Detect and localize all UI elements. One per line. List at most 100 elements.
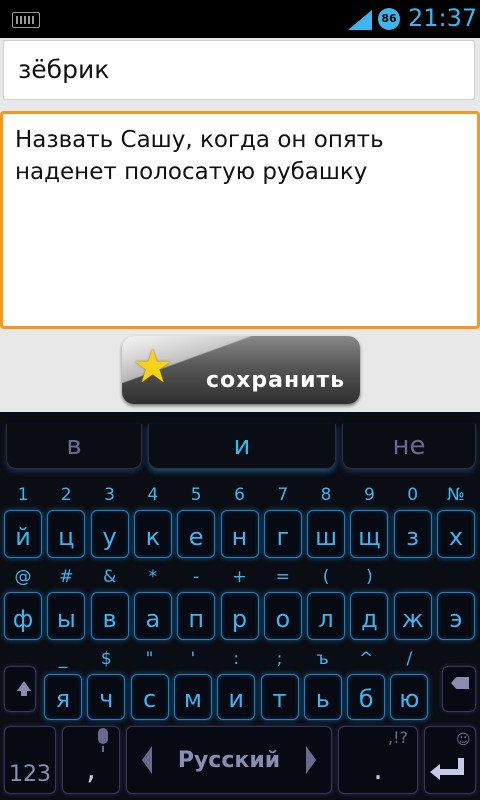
key-row_b-0[interactable]: _ я [44, 649, 82, 720]
key-label: й [15, 523, 31, 551]
key-secondary-label: 8 [320, 485, 332, 505]
key-label: к [145, 523, 161, 551]
key-label: ш [315, 523, 338, 551]
shift-key[interactable] [4, 666, 36, 712]
suggestion-2[interactable]: и [148, 424, 336, 469]
key-label: е [188, 523, 204, 551]
key-row_numbers-6[interactable]: 7г [263, 485, 302, 558]
key-row_numbers-7[interactable]: 8ш [307, 485, 346, 558]
key-secondary-label: : [233, 649, 240, 669]
key-label: ь [315, 685, 330, 713]
comma-key-label: , [86, 752, 96, 787]
comma-key[interactable]: , [62, 726, 120, 794]
chevron-right-icon [306, 746, 316, 774]
key-secondary-label: / [406, 649, 413, 669]
key-row_numbers-1[interactable]: 2ц [47, 485, 86, 558]
key-label: о [275, 605, 291, 633]
backspace-key[interactable] [442, 666, 476, 712]
key-row_b-8[interactable]: / ю [390, 649, 429, 720]
key-row_a-5[interactable]: + р [220, 567, 259, 640]
key-row_a-6[interactable]: = о [263, 567, 302, 640]
key-row_numbers-9[interactable]: 0з [393, 485, 432, 558]
key-row_b-7[interactable]: ^ б [347, 649, 386, 720]
key-row_numbers-0[interactable]: 1й [4, 485, 42, 558]
key-label: г [276, 523, 290, 551]
key-label: щ [358, 523, 381, 551]
key-row_a-7[interactable]: (л [307, 567, 346, 640]
key-secondary-label: 0 [407, 485, 419, 505]
backspace-icon [451, 677, 469, 689]
note-textarea[interactable]: Назвать Сашу, когда он опять наденет пол… [0, 111, 480, 329]
key-secondary-label: 6 [234, 485, 245, 505]
key-row_numbers-3[interactable]: 4к [133, 485, 172, 558]
smiley-icon: ☺ [456, 732, 471, 748]
key-label: э [449, 605, 463, 633]
status-bar: 86 21:37 [0, 0, 480, 38]
key-label: ж [401, 605, 424, 633]
key-label: ю [399, 685, 420, 713]
key-label: п [188, 605, 205, 633]
key-row_b-1[interactable]: $ ч [87, 649, 126, 720]
key-row_b-3[interactable]: ' м [173, 649, 212, 720]
key-secondary-label: ъ [316, 649, 329, 669]
key-secondary-label: $ [100, 649, 112, 669]
key-row_a-9[interactable]: ж [393, 592, 432, 640]
key-secondary-label: _ [58, 649, 68, 669]
numbers-key[interactable]: 123 [4, 726, 56, 794]
save-button[interactable]: ★ сохранить [122, 336, 360, 404]
key-secondary-label: - [193, 567, 200, 587]
key-row_numbers-8[interactable]: 9щ [350, 485, 389, 558]
key-secondary-label: 3 [104, 485, 115, 505]
key-secondary-label: 1 [17, 485, 29, 505]
key-secondary-label: # [59, 567, 74, 587]
shift-icon [17, 681, 31, 696]
key-row_b-4[interactable]: :и [217, 649, 256, 720]
name-input[interactable]: зёбрик [3, 40, 475, 100]
signal-strength-icon [348, 10, 372, 30]
key-row_numbers-5[interactable]: 6н [220, 485, 259, 558]
suggestion-1[interactable]: в [6, 424, 142, 469]
key-row_numbers-10[interactable]: № х [437, 485, 475, 558]
key-secondary-label: ( [322, 567, 330, 587]
clock: 21:37 [408, 4, 478, 32]
key-label: а [145, 605, 161, 633]
numbers-key-label: 123 [9, 762, 51, 787]
key-row_b-5[interactable]: ; т [260, 649, 299, 720]
key-row_a-4[interactable]: -п [177, 567, 216, 640]
key-label: х [448, 523, 464, 551]
key-secondary-label: ' [190, 649, 196, 669]
key-row_a-1[interactable]: # ы [47, 567, 86, 640]
key-row_a-0[interactable]: @ ф [4, 567, 42, 640]
key-secondary-label: ^ [358, 649, 374, 669]
period-key-label: . [373, 752, 383, 787]
space-key[interactable]: Русский [126, 726, 332, 794]
key-secondary-label: № [447, 485, 465, 505]
key-label: в [102, 605, 117, 633]
key-row_a-8[interactable]: ) д [350, 567, 389, 640]
key-secondary-label: 4 [147, 485, 159, 505]
key-label: ф [12, 605, 34, 633]
key-secondary-label: ; [276, 649, 283, 669]
key-row_numbers-4[interactable]: 5е [177, 485, 216, 558]
key-secondary-label: ) [366, 567, 373, 587]
chevron-left-icon [142, 746, 152, 774]
key-row_b-2[interactable]: " с [130, 649, 169, 720]
key-secondary-label: 9 [363, 485, 375, 505]
key-secondary-label: * [148, 567, 158, 587]
suggestion-3[interactable]: не [342, 424, 476, 469]
key-label: т [272, 685, 287, 713]
key-row_b-6[interactable]: ъь [303, 649, 342, 720]
key-secondary-label: @ [14, 567, 32, 587]
key-label: ч [99, 685, 114, 713]
key-secondary-label: " [145, 649, 154, 669]
key-label: л [318, 605, 334, 633]
key-row_numbers-2[interactable]: 3у [90, 485, 129, 558]
key-label: ц [58, 523, 75, 551]
key-secondary-label: & [102, 567, 117, 587]
punctuation-hint: ,!? [388, 728, 408, 747]
key-row_a-3[interactable]: * а [133, 567, 172, 640]
key-row_a-2[interactable]: & в [90, 567, 129, 640]
key-row_a-10[interactable]: э [437, 592, 475, 640]
enter-icon [430, 758, 464, 780]
key-label: я [55, 685, 71, 713]
